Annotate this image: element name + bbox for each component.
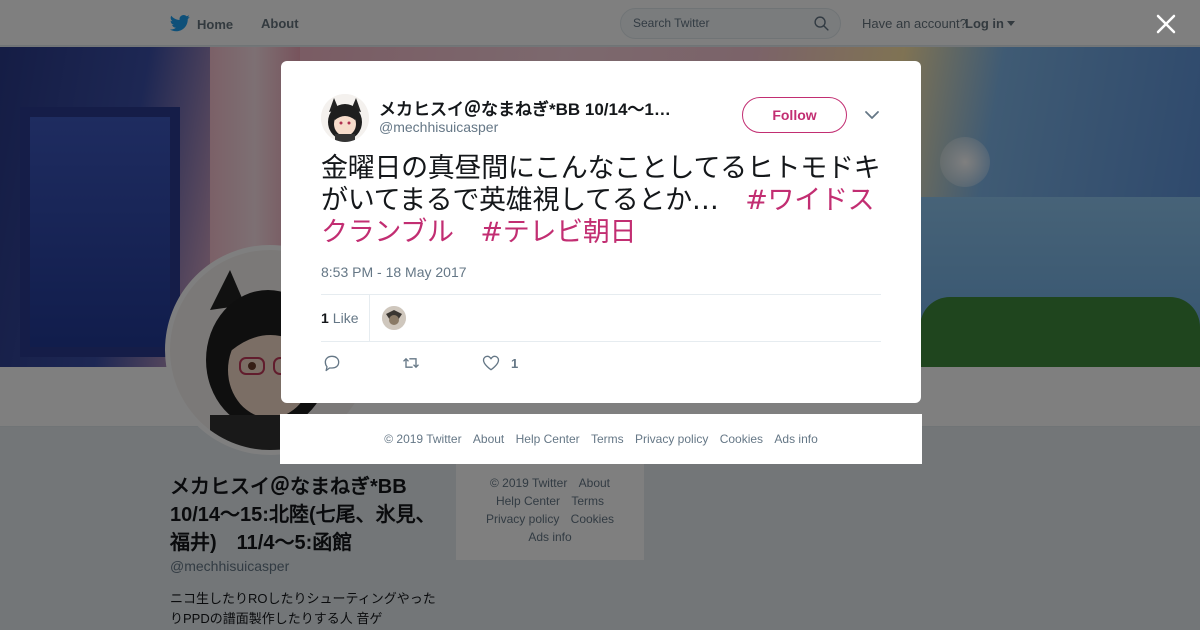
chevron-down-icon[interactable] <box>864 108 880 122</box>
footer-about-link[interactable]: About <box>473 432 504 446</box>
divider <box>369 295 370 341</box>
footer-cookies-link[interactable]: Cookies <box>720 432 763 446</box>
footer-help-link[interactable]: Help Center <box>516 432 580 446</box>
retweet-button[interactable] <box>401 353 421 373</box>
author-handle[interactable]: @mechhisuicasper <box>379 119 498 135</box>
tweet-stats: 1 Like <box>321 295 881 341</box>
like-button[interactable]: 1 <box>481 353 518 373</box>
author-name[interactable]: メカヒスイ＠なまねぎ*BB 10/14～1… <box>379 95 697 120</box>
tweet-timestamp[interactable]: 8:53 PM - 18 May 2017 <box>321 264 467 280</box>
likes-count-link[interactable]: 1 Like <box>321 310 358 326</box>
follow-button[interactable]: Follow <box>742 97 847 133</box>
author-avatar[interactable] <box>321 94 369 142</box>
footer-ads-link[interactable]: Ads info <box>774 432 817 446</box>
likes-label: Like <box>332 310 359 326</box>
tweet-text: 金曜日の真昼間にこんなことしてるヒトモドキがいてまるで英雄視してるとか… #ワイ… <box>321 153 883 249</box>
author-avatar-illustration <box>321 94 369 142</box>
liker-avatar[interactable] <box>382 306 406 330</box>
liker-avatar-illustration <box>382 306 406 330</box>
footer-copyright: © 2019 Twitter <box>384 432 462 446</box>
footer-terms-link[interactable]: Terms <box>591 432 624 446</box>
footer-privacy-link[interactable]: Privacy policy <box>635 432 708 446</box>
hashtag-link[interactable]: #テレビ朝日 <box>480 217 636 248</box>
tweet-modal: メカヒスイ＠なまねぎ*BB 10/14～1… @mechhisuicasper … <box>281 61 921 403</box>
retweet-icon <box>403 357 419 369</box>
heart-icon <box>482 355 500 371</box>
reply-button[interactable] <box>322 353 342 373</box>
likes-count: 1 <box>321 310 329 326</box>
reply-icon <box>324 355 340 372</box>
close-icon[interactable] <box>1154 12 1178 36</box>
like-action-count: 1 <box>511 355 519 371</box>
modal-footer-links: © 2019 Twitter About Help Center Terms P… <box>280 414 922 464</box>
divider <box>321 341 881 342</box>
